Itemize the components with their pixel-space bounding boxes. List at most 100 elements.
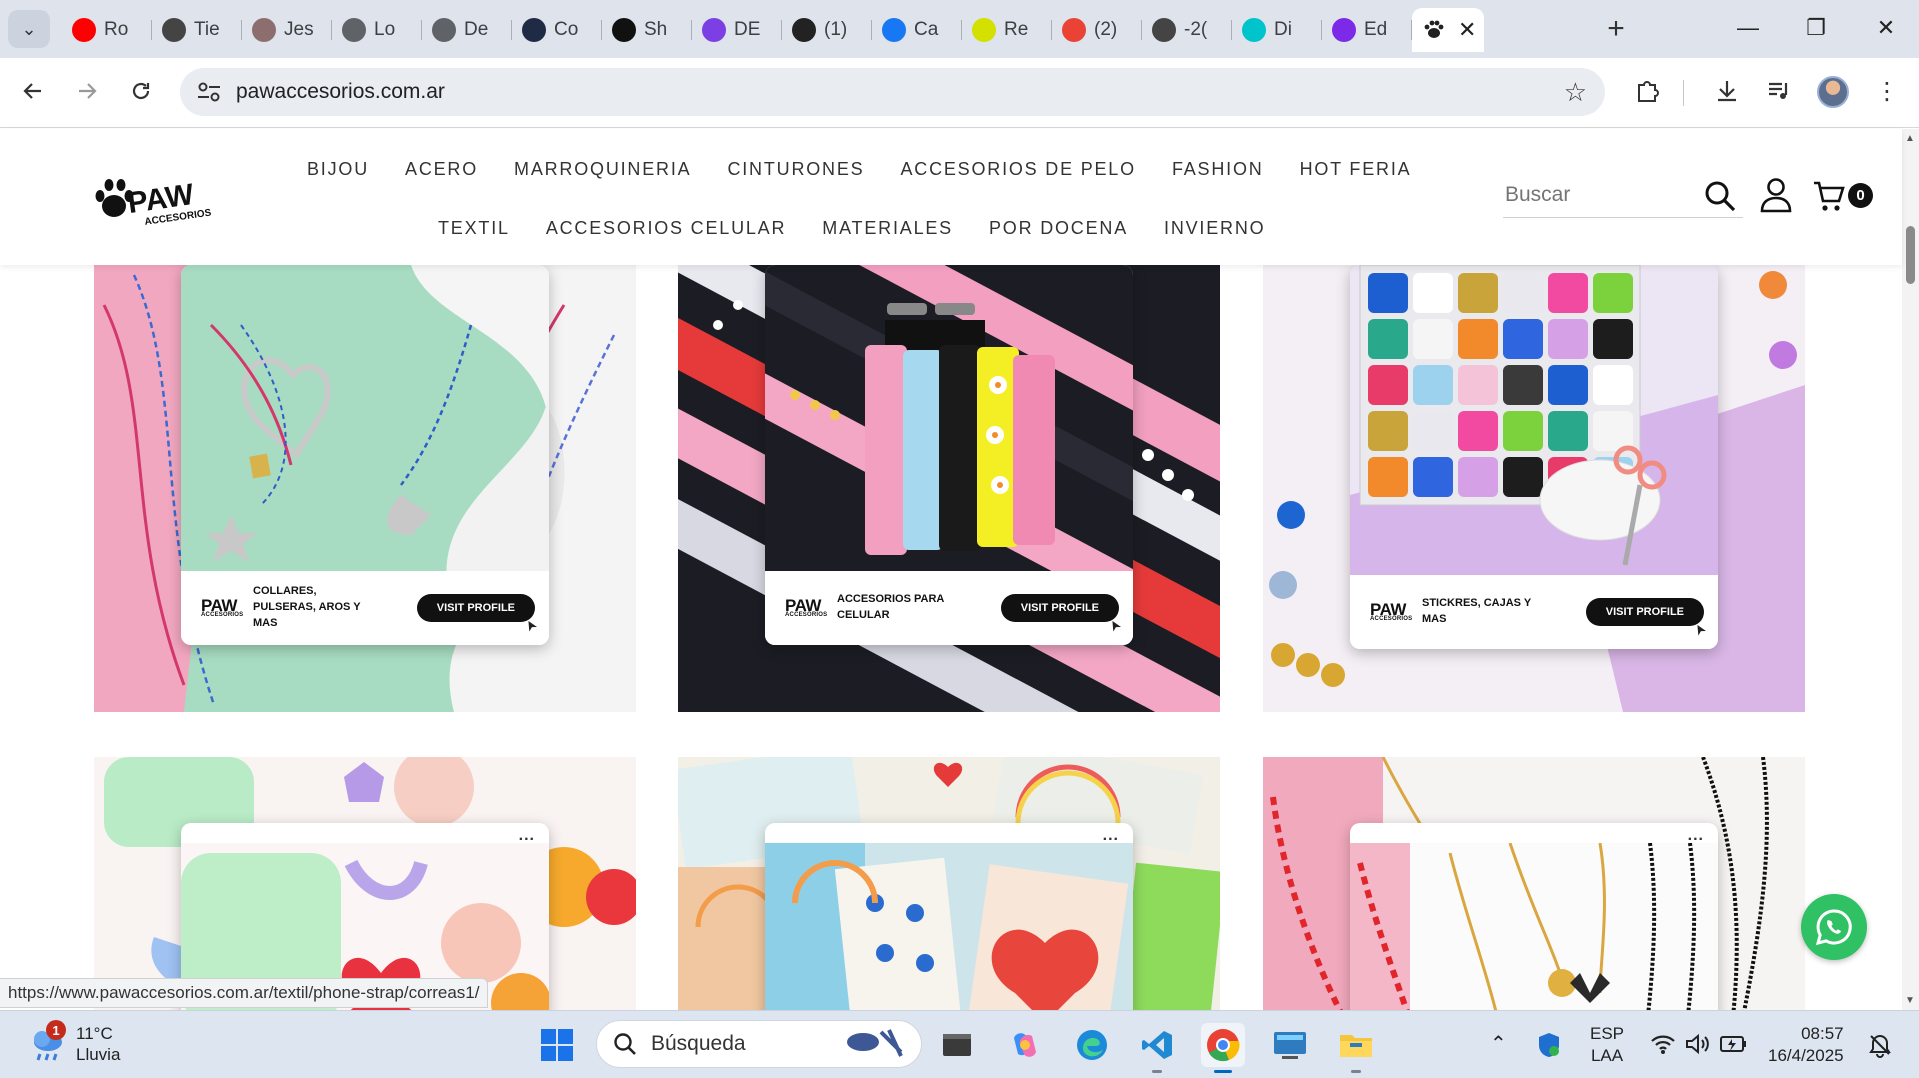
bead-compartment (1458, 411, 1498, 451)
bead-compartment (1503, 365, 1543, 405)
browser-tab[interactable]: Re (962, 8, 1052, 52)
browser-tab[interactable]: (2) (1052, 8, 1142, 52)
taskbar-app-file-explorer[interactable] (1334, 1023, 1378, 1073)
browser-tab[interactable]: Ed (1322, 8, 1412, 52)
volume-icon[interactable] (1684, 1032, 1710, 1056)
search-highlight-icon (847, 1029, 903, 1057)
nav-link[interactable]: POR DOCENA (989, 218, 1128, 239)
extensions-button[interactable] (1626, 70, 1668, 112)
nav-link[interactable]: ACCESORIOS CELULAR (546, 218, 786, 239)
tray-overflow-chevron-icon[interactable]: ⌃ (1490, 1031, 1507, 1057)
page-scrollbar[interactable]: ▲ ▼ (1902, 129, 1919, 1010)
windows-start-icon[interactable] (540, 1028, 574, 1062)
bead-compartment (1548, 273, 1588, 313)
feed-card-beads[interactable]: PAW ACCESORIOS STICKRES, CAJAS Y MAS VISI… (1263, 265, 1805, 712)
tab-search-button[interactable]: ⌄ (8, 10, 50, 48)
close-tab-icon[interactable]: ✕ (1458, 17, 1476, 43)
post-logo: PAW ACCESORIOS (785, 595, 828, 618)
nav-link[interactable]: HOT FERIA (1300, 159, 1412, 180)
taskbar-app-edge[interactable] (1070, 1023, 1114, 1067)
reload-button[interactable] (120, 70, 162, 112)
cart-button[interactable]: 0 (1812, 179, 1873, 213)
nav-link[interactable]: CINTURONES (727, 159, 864, 180)
visit-profile-button[interactable]: VISIT PROFILE (1000, 594, 1119, 622)
bead-compartment (1458, 273, 1498, 313)
close-window-button[interactable]: ✕ (1856, 8, 1916, 48)
post-logo: PAW ACCESORIOS (201, 595, 244, 618)
clock[interactable]: 08:57 16/4/2025 (1768, 1023, 1844, 1067)
scroll-up-arrow-icon[interactable]: ▲ (1905, 133, 1915, 144)
language-indicator[interactable]: ESP LAA (1590, 1023, 1624, 1067)
taskbar-app-vscode[interactable] (1135, 1023, 1179, 1073)
user-account-icon[interactable] (1759, 177, 1793, 213)
forward-button[interactable] (66, 70, 108, 112)
wifi-icon[interactable] (1650, 1033, 1676, 1055)
feed-card-necklaces[interactable]: ... (1263, 757, 1805, 1010)
tab-title: Re (1004, 19, 1029, 40)
browser-tab[interactable]: Lo (332, 8, 422, 52)
taskbar-app-chrome[interactable] (1201, 1023, 1245, 1073)
paw-logo[interactable]: PAW ACCESORIOS (92, 171, 232, 227)
restore-button[interactable]: ❐ (1786, 8, 1846, 48)
feed-card-jewelry[interactable]: PAW ACCESORIOS COLLARES, PULSERAS, AROS Y… (94, 265, 636, 712)
nav-link[interactable]: INVIERNO (1164, 218, 1265, 239)
bookmark-star-icon[interactable]: ☆ (1564, 77, 1587, 108)
taskbar-app-remote-desktop[interactable] (1268, 1023, 1312, 1067)
browser-tab[interactable]: Ro (62, 8, 152, 52)
site-info-icon[interactable] (196, 80, 222, 104)
scroll-down-arrow-icon[interactable]: ▼ (1905, 995, 1915, 1006)
browser-tab[interactable]: -2( (1142, 8, 1232, 52)
downloads-button[interactable] (1706, 70, 1748, 112)
browser-tab[interactable]: Di (1232, 8, 1322, 52)
taskbar-app-copilot[interactable] (1003, 1023, 1047, 1067)
post-image (765, 843, 1133, 1010)
browser-tab[interactable]: Ca (872, 8, 962, 52)
nav-link[interactable]: MARROQUINERIA (514, 159, 691, 180)
nav-link[interactable]: FASHION (1172, 159, 1264, 180)
browser-tab[interactable]: Co (512, 8, 602, 52)
weather-text: 11°C Lluvia (76, 1023, 120, 1066)
back-button[interactable] (12, 70, 54, 112)
nav-link[interactable]: TEXTIL (438, 218, 510, 239)
bead-compartment (1413, 319, 1453, 359)
chrome-icon (1207, 1029, 1240, 1062)
edge-icon (1077, 1030, 1107, 1060)
weather-widget[interactable]: 1 11°C Lluvia (28, 1020, 120, 1066)
facebook-icon (882, 18, 906, 42)
scrollbar-thumb[interactable] (1906, 226, 1915, 284)
nav-link[interactable]: MATERIALES (822, 218, 953, 239)
new-tab-button[interactable]: + (1596, 10, 1636, 48)
taskbar-app-terminal[interactable] (935, 1023, 979, 1067)
feed-card-phone-straps[interactable]: PAW ACCESORIOS ACCESORIOS PARA CELULAR VI… (678, 265, 1220, 712)
minimize-button[interactable]: — (1718, 8, 1778, 48)
media-control-button[interactable] (1758, 70, 1800, 112)
browser-tab[interactable]: (1) (782, 8, 872, 52)
security-shield-icon[interactable] (1536, 1031, 1562, 1059)
browser-toolbar: pawaccesorios.com.ar ☆ ⋮ (0, 58, 1919, 128)
chrome-menu-button[interactable]: ⋮ (1866, 70, 1908, 112)
browser-tab[interactable]: DE (692, 8, 782, 52)
profile-avatar[interactable] (1817, 76, 1849, 108)
whatsapp-chat-button[interactable] (1801, 894, 1867, 960)
canva-icon (1242, 18, 1266, 42)
feed-card-stickers[interactable]: ... (678, 757, 1220, 1010)
browser-tab[interactable]: Jes (242, 8, 332, 52)
visit-profile-button[interactable]: VISIT PROFILE (416, 594, 535, 622)
notifications-bell-icon[interactable] (1866, 1031, 1894, 1059)
taskbar-search-box[interactable]: Búsqueda (596, 1020, 922, 1068)
search-icon[interactable] (1703, 179, 1737, 213)
address-bar[interactable]: pawaccesorios.com.ar ☆ (180, 68, 1605, 116)
browser-tab[interactable]: Tie (152, 8, 242, 52)
visit-profile-button[interactable]: VISIT PROFILE (1585, 598, 1704, 626)
nav-link[interactable]: ACERO (405, 159, 478, 180)
browser-tab-active[interactable]: ✕ (1412, 8, 1484, 52)
browser-tab[interactable]: Sh (602, 8, 692, 52)
url-text[interactable]: pawaccesorios.com.ar (236, 80, 445, 104)
browser-tab-strip: ⌄ Ro Tie Jes Lo De Co Sh DE (1) Ca Re (2) -2(Di Ed ✕ +… (0, 0, 1919, 58)
nav-link[interactable]: BIJOU (307, 159, 369, 180)
feed-card-hair-clips[interactable]: ... (94, 757, 636, 1010)
battery-icon[interactable] (1718, 1033, 1748, 1055)
nav-link[interactable]: ACCESORIOS DE PELO (900, 159, 1135, 180)
post-footer: PAW ACCESORIOS STICKRES, CAJAS Y MAS VISI… (1350, 575, 1718, 649)
browser-tab[interactable]: De (422, 8, 512, 52)
